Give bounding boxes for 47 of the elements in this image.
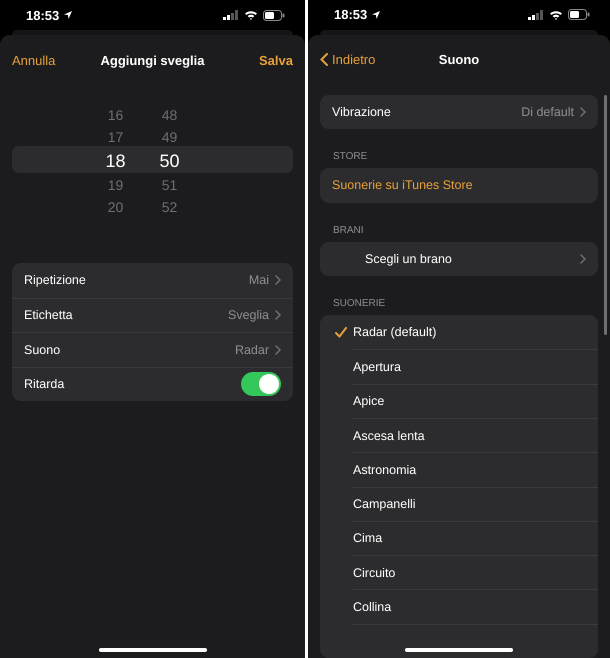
chevron-icon xyxy=(275,275,281,286)
status-time: 18:53 xyxy=(334,7,368,22)
location-arrow-icon xyxy=(63,10,74,20)
ringtone-item[interactable]: Collina xyxy=(353,600,392,614)
picker-value[interactable]: 50 xyxy=(160,148,180,175)
chevron-icon xyxy=(580,254,586,264)
battery-icon xyxy=(263,10,285,20)
chevron-icon xyxy=(275,310,281,320)
setting-value[interactable]: Mai xyxy=(248,273,269,288)
ringtone-item[interactable]: Campanelli xyxy=(353,497,416,512)
save-button[interactable]: Salva xyxy=(259,52,293,68)
status-time: 18:53 xyxy=(26,8,60,22)
section-header: STORE xyxy=(332,150,368,164)
chevron-icon xyxy=(580,106,586,117)
screen-title: Aggiungi sveglia xyxy=(100,52,204,68)
setting-label: Ripetizione xyxy=(24,273,86,288)
signal-icon xyxy=(528,10,544,20)
ringtone-item[interactable]: Ascesa lenta xyxy=(353,428,425,443)
setting-value[interactable]: Radar xyxy=(234,342,269,357)
ringtone-item[interactable]: Astronomia xyxy=(353,462,416,477)
ringtone-item[interactable]: Apertura xyxy=(353,360,401,374)
chevron-icon xyxy=(275,344,281,355)
setting-value[interactable]: Di default xyxy=(521,104,574,119)
ringtone-item[interactable]: Apice xyxy=(353,394,384,408)
setting-label: Suono xyxy=(24,342,60,357)
setting-value[interactable]: Sveglia xyxy=(228,308,269,322)
picker-value[interactable]: 18 xyxy=(105,148,126,175)
back-button[interactable]: Indietro xyxy=(320,52,376,68)
list-item[interactable]: Scegli un brano xyxy=(365,252,452,266)
ringtone-item[interactable]: Circuito xyxy=(353,566,396,580)
location-arrow-icon xyxy=(371,10,382,20)
back-chevron-icon xyxy=(320,53,328,66)
screen-title: Suono xyxy=(438,52,480,68)
setting-label: Ritarda xyxy=(24,377,64,392)
ringtone-item[interactable]: Radar (default) xyxy=(353,325,436,340)
cancel-button[interactable]: Annulla xyxy=(12,52,56,68)
wifi-icon xyxy=(244,10,258,20)
section-header: SUONERIE xyxy=(332,297,386,312)
toggle-switch[interactable] xyxy=(241,372,281,396)
signal-icon xyxy=(223,10,239,20)
store-link[interactable]: Suonerie su iTunes Store xyxy=(332,178,473,192)
setting-label: Vibrazione xyxy=(332,104,391,119)
wifi-icon xyxy=(549,10,563,20)
section-header: BRANI xyxy=(332,224,365,238)
ringtone-item[interactable]: Cima xyxy=(353,531,382,546)
setting-label: Etichetta xyxy=(24,308,73,322)
battery-icon xyxy=(568,9,590,20)
